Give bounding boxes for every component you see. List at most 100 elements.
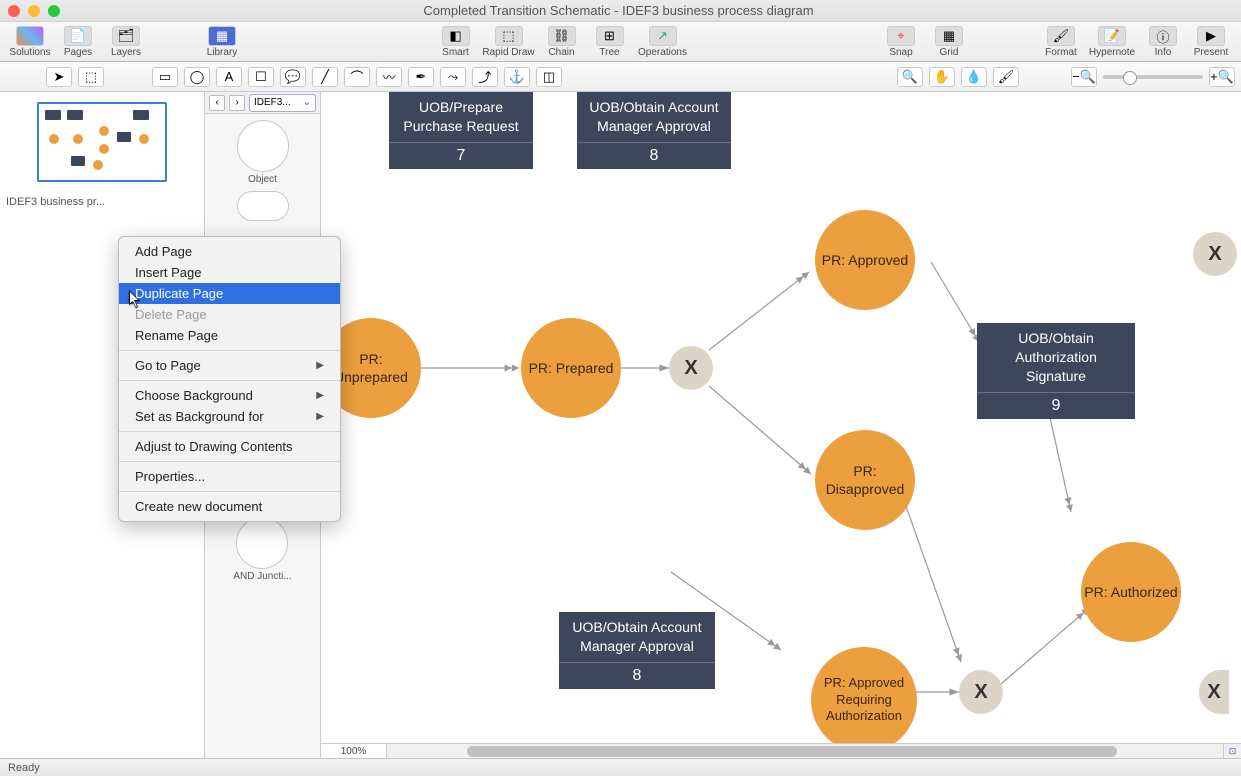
zoom-out[interactable]: −🔍 bbox=[1071, 67, 1097, 87]
shapes-back[interactable]: ‹ bbox=[209, 95, 225, 111]
ellipse-tool[interactable]: ◯ bbox=[184, 67, 210, 87]
ctx-separator bbox=[119, 380, 340, 381]
anchor-tool[interactable]: ⚓ bbox=[504, 67, 530, 87]
pages-icon: 📄 bbox=[64, 26, 92, 46]
minimize-button[interactable] bbox=[28, 5, 40, 17]
ctx-rename-page[interactable]: Rename Page bbox=[119, 325, 340, 346]
zoom-level[interactable]: 100% bbox=[321, 744, 387, 759]
arc-tool[interactable]: ⌒ bbox=[344, 67, 370, 87]
zoom-slider[interactable] bbox=[1103, 75, 1203, 79]
shape-object[interactable]: Object bbox=[237, 120, 289, 185]
grid-icon: ▦ bbox=[935, 26, 963, 46]
ctx-set-background-for[interactable]: Set as Background for▶ bbox=[119, 406, 340, 427]
info-button[interactable]: ⓘInfo bbox=[1139, 24, 1187, 58]
node-pr-disapproved[interactable]: PR: Disapproved bbox=[815, 430, 915, 530]
uob-obtain-account-approval[interactable]: UOB/Obtain Account Manager Approval 8 bbox=[577, 92, 731, 169]
solutions-button[interactable]: Solutions bbox=[6, 24, 54, 58]
present-icon: ▶ bbox=[1197, 26, 1225, 46]
junction-x-3[interactable]: X bbox=[959, 670, 1003, 714]
node-pr-authorized[interactable]: PR: Authorized bbox=[1081, 542, 1181, 642]
junction-x-1[interactable]: X bbox=[669, 346, 713, 390]
format-button[interactable]: 🖌Format bbox=[1037, 24, 1085, 58]
text-tool[interactable]: A bbox=[216, 67, 242, 87]
layers-icon: 🗂 bbox=[112, 26, 140, 46]
spline-tool[interactable]: 〰 bbox=[376, 67, 402, 87]
canvas-area: UOB/Prepare Purchase Request 7 UOB/Obtai… bbox=[321, 92, 1241, 758]
format-icon: 🖌 bbox=[1047, 26, 1075, 46]
uob-obtain-authorization-signature[interactable]: UOB/Obtain Authorization Signature 9 bbox=[977, 323, 1135, 419]
scroll-corner-icon[interactable]: ⊡ bbox=[1223, 744, 1241, 759]
brush-tool[interactable]: 🖌 bbox=[993, 67, 1019, 87]
smart-button[interactable]: ◧Smart bbox=[432, 24, 480, 58]
library-button[interactable]: ▦Library bbox=[198, 24, 246, 58]
hscroll-track[interactable] bbox=[387, 744, 1223, 759]
smartconnector-tool[interactable]: ⤴ bbox=[472, 67, 498, 87]
junction-x-2[interactable]: X bbox=[1193, 232, 1237, 276]
page-thumbnail[interactable] bbox=[37, 102, 167, 182]
line-tool[interactable]: ╱ bbox=[312, 67, 338, 87]
tree-icon: ⊞ bbox=[596, 26, 624, 46]
zoom-tool[interactable]: 🔍 bbox=[897, 67, 923, 87]
ctx-insert-page[interactable]: Insert Page bbox=[119, 262, 340, 283]
zoom-in[interactable]: +🔍 bbox=[1209, 67, 1235, 87]
shape-and-junction[interactable]: AND Juncti... bbox=[233, 517, 291, 582]
junction-x-4[interactable]: X bbox=[1199, 670, 1229, 714]
layers-button[interactable]: 🗂Layers bbox=[102, 24, 150, 58]
connector-tool[interactable]: ⤳ bbox=[440, 67, 466, 87]
snap-button[interactable]: ⌖Snap bbox=[877, 24, 925, 58]
hypernote-button[interactable]: 📝Hypernote bbox=[1085, 24, 1139, 58]
chevron-down-icon: ⌄ bbox=[303, 97, 311, 108]
status-text: Ready bbox=[8, 762, 40, 774]
hscroll-thumb[interactable] bbox=[467, 746, 1117, 757]
hand-tool[interactable]: ✋ bbox=[929, 67, 955, 87]
diagram-canvas[interactable]: UOB/Prepare Purchase Request 7 UOB/Obtai… bbox=[321, 92, 1241, 758]
rectangle-tool[interactable]: ▭ bbox=[152, 67, 178, 87]
submenu-arrow-icon: ▶ bbox=[316, 390, 324, 401]
secondary-toolbar: ➤ ⬚ ▭ ◯ A ☐ 💬 ╱ ⌒ 〰 ✒ ⤳ ⤴ ⚓ ◫ 🔍 ✋ 💧 🖌 −🔍… bbox=[0, 62, 1241, 92]
shapes-forward[interactable]: › bbox=[229, 95, 245, 111]
grid-button[interactable]: ▦Grid bbox=[925, 24, 973, 58]
ctx-properties[interactable]: Properties... bbox=[119, 466, 340, 487]
submenu-arrow-icon: ▶ bbox=[316, 360, 324, 371]
rapid-draw-icon: ⬚ bbox=[495, 26, 523, 46]
shapes-header: ‹ › IDEF3...⌄ bbox=[205, 92, 320, 114]
rapid-draw-button[interactable]: ⬚Rapid Draw bbox=[480, 24, 538, 58]
node-pr-approved-requiring-auth[interactable]: PR: Approved Requiring Authorization bbox=[811, 647, 917, 753]
crop-tool[interactable]: ◫ bbox=[536, 67, 562, 87]
main-toolbar: Solutions 📄Pages 🗂Layers ▦Library ◧Smart… bbox=[0, 22, 1241, 62]
pen-tool[interactable]: ✒ bbox=[408, 67, 434, 87]
select-tool[interactable]: ⬚ bbox=[78, 67, 104, 87]
ctx-separator bbox=[119, 461, 340, 462]
ctx-create-new-document[interactable]: Create new document bbox=[119, 496, 340, 517]
ctx-duplicate-page[interactable]: Duplicate Page bbox=[119, 283, 340, 304]
ctx-adjust-contents[interactable]: Adjust to Drawing Contents bbox=[119, 436, 340, 457]
window-controls bbox=[8, 5, 60, 17]
uob-obtain-account-approval-2[interactable]: UOB/Obtain Account Manager Approval 8 bbox=[559, 612, 715, 689]
cursor-icon bbox=[129, 290, 143, 313]
close-button[interactable] bbox=[8, 5, 20, 17]
ctx-add-page[interactable]: Add Page bbox=[119, 241, 340, 262]
library-icon: ▦ bbox=[208, 26, 236, 46]
shapes-library-dropdown[interactable]: IDEF3...⌄ bbox=[249, 94, 316, 112]
uob-prepare-purchase-request[interactable]: UOB/Prepare Purchase Request 7 bbox=[389, 92, 533, 169]
context-menu: Add Page Insert Page Duplicate Page Dele… bbox=[118, 236, 341, 522]
chain-button[interactable]: ⛓Chain bbox=[538, 24, 586, 58]
horizontal-scrollbar-area: 100% ⊡ bbox=[321, 743, 1241, 758]
solutions-icon bbox=[16, 26, 44, 46]
pointer-tool[interactable]: ➤ bbox=[46, 67, 72, 87]
node-pr-prepared[interactable]: PR: Prepared bbox=[521, 318, 621, 418]
pages-button[interactable]: 📄Pages bbox=[54, 24, 102, 58]
callout-tool[interactable]: 💬 bbox=[280, 67, 306, 87]
shape-item[interactable] bbox=[237, 191, 289, 221]
textblock-tool[interactable]: ☐ bbox=[248, 67, 274, 87]
ctx-go-to-page[interactable]: Go to Page▶ bbox=[119, 355, 340, 376]
ctx-choose-background[interactable]: Choose Background▶ bbox=[119, 385, 340, 406]
node-pr-approved[interactable]: PR: Approved bbox=[815, 210, 915, 310]
maximize-button[interactable] bbox=[48, 5, 60, 17]
snap-icon: ⌖ bbox=[887, 26, 915, 46]
window-title: Completed Transition Schematic - IDEF3 b… bbox=[60, 3, 1177, 18]
eyedropper-tool[interactable]: 💧 bbox=[961, 67, 987, 87]
operations-button[interactable]: ↗Operations bbox=[634, 24, 692, 58]
tree-button[interactable]: ⊞Tree bbox=[586, 24, 634, 58]
present-button[interactable]: ▶Present bbox=[1187, 24, 1235, 58]
